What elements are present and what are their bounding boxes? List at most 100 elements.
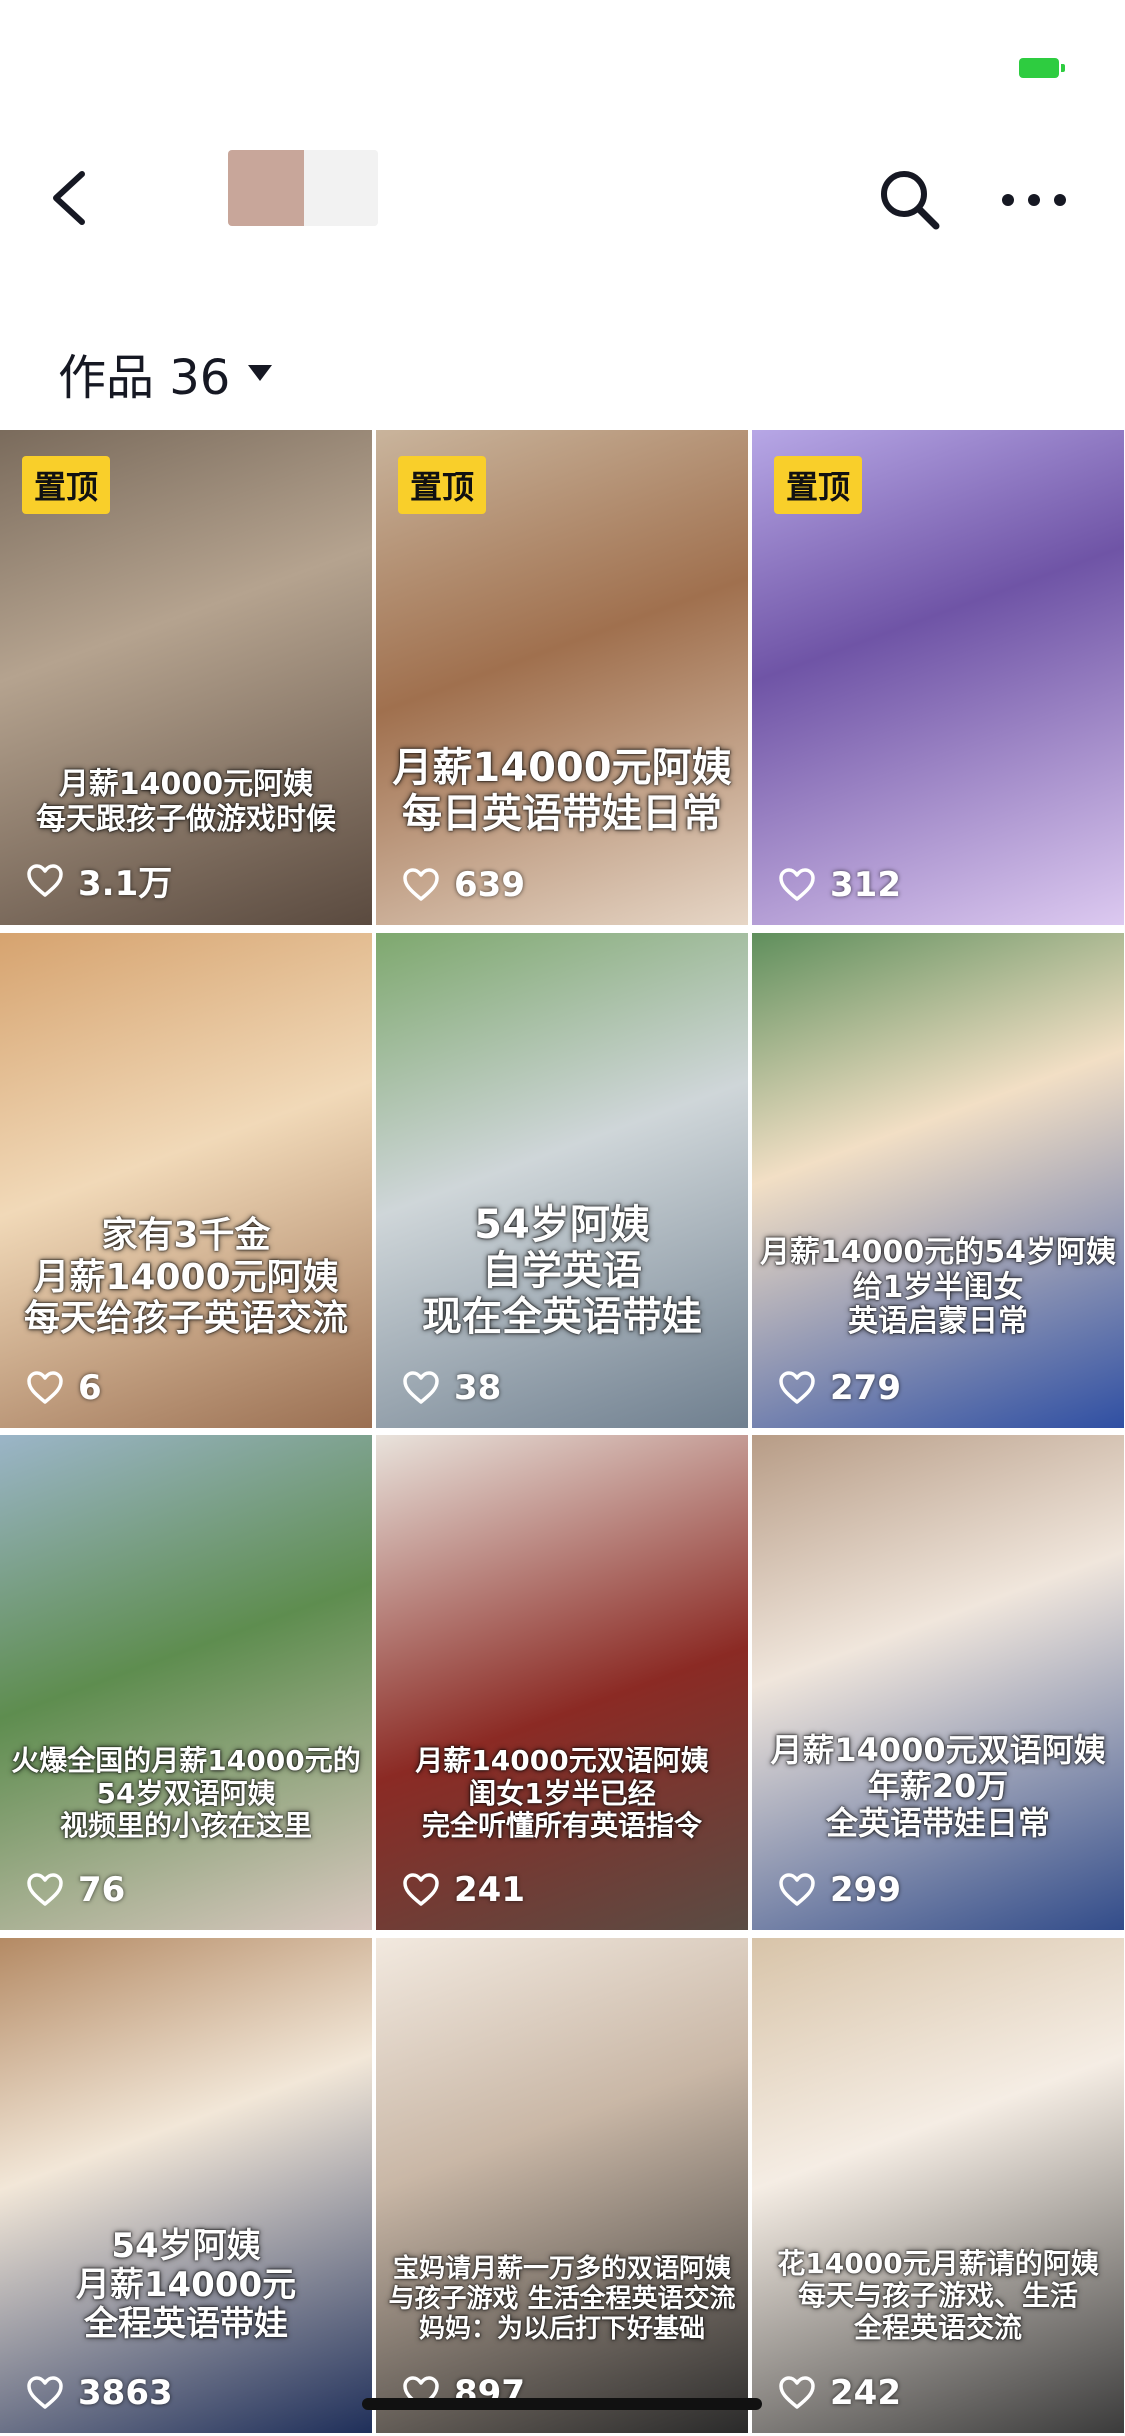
video-tile[interactable]: 花14000元月薪请的阿姨 每天与孩子游戏、生活 全程英语交流 242 [752,1937,1124,2433]
search-icon [881,171,940,230]
caption-line: 每日英语带娃日常 [402,791,722,837]
video-tile[interactable]: 置顶月薪14000元阿姨 每天跟孩子做游戏时候 3.1万 [0,430,372,925]
caret-down-icon [248,365,273,381]
heart-icon [402,1370,440,1405]
like-count: 312 [778,865,901,905]
like-count: 241 [402,1870,525,1910]
caption-line: 火爆全国的月薪14000元的 [11,1744,361,1778]
caption-line: 妈妈：为以后打下好基础 [418,2313,705,2344]
like-count-value: 639 [454,865,525,905]
like-count-value: 241 [454,1870,525,1910]
like-count: 76 [26,1870,125,1910]
caption-line: 自学英语 [482,1247,642,1294]
like-count-value: 3863 [78,2372,173,2413]
home-indicator [362,2398,762,2410]
caption-line: 闺女1岁半已经 [468,1776,656,1810]
video-tile[interactable]: 月薪14000元的54岁阿姨 给1岁半闺女 英语启蒙日常 279 [752,932,1124,1428]
video-caption: 月薪14000元阿姨 每天跟孩子做游戏时候 [0,767,372,837]
status-bar [0,0,1125,120]
video-tile[interactable]: 置顶 312 [752,430,1124,925]
caption-line: 全程英语交流 [853,2311,1022,2345]
caption-line: 月薪14000元双语阿姨 [770,1730,1106,1769]
like-count-value: 279 [830,1367,901,1408]
heart-icon [26,1370,64,1405]
caption-line: 54岁阿姨 [111,2226,261,2267]
heart-icon [26,863,64,898]
video-tile[interactable]: 月薪14000元双语阿姨 年薪20万 全英语带娃日常 299 [752,1435,1124,1930]
more-button[interactable] [990,160,1080,240]
video-caption: 家有3千金 月薪14000元阿姨 每天给孩子英语交流 [0,1215,372,1339]
like-count: 38 [402,1368,501,1408]
caption-line: 家有3千金 [101,1215,271,1257]
video-caption: 54岁阿姨 自学英语 现在全英语带娃 [376,1202,748,1340]
video-caption: 火爆全国的月薪14000元的 54岁双语阿姨 视频里的小孩在这里 [0,1745,372,1842]
caption-line: 每天与孩子游戏、生活 [797,2279,1078,2313]
caption-line: 年薪20万 [867,1767,1009,1806]
caption-line: 视频里的小孩在这里 [59,1808,312,1842]
video-caption: 月薪14000元的54岁阿姨 给1岁半闺女 英语启蒙日常 [752,1235,1124,1340]
filter-bar: 作品 36 [0,300,1125,430]
works-filter[interactable]: 作品 36 [58,338,273,408]
video-tile[interactable]: 火爆全国的月薪14000元的 54岁双语阿姨 视频里的小孩在这里 76 [0,1435,372,1930]
video-caption: 月薪14000元双语阿姨 闺女1岁半已经 完全听懂所有英语指令 [376,1745,748,1842]
video-tile[interactable]: 54岁阿姨 自学英语 现在全英语带娃 38 [376,932,748,1428]
chevron-left-icon [53,171,85,225]
back-button[interactable] [40,160,100,236]
video-tile[interactable]: 宝妈请月薪一万多的双语阿姨 与孩子游戏 生活全程英语交流 妈妈：为以后打下好基础 89… [376,1937,748,2433]
works-count-label: 作品 36 [58,350,231,406]
caption-line: 月薪14000元的54岁阿姨 [759,1235,1117,1270]
caption-line: 月薪14000元双语阿姨 [415,1744,709,1778]
heart-icon [26,1873,64,1907]
video-tile[interactable]: 月薪14000元双语阿姨 闺女1岁半已经 完全听懂所有英语指令 241 [376,1435,748,1930]
caption-line: 月薪14000元阿姨 [58,767,314,802]
caption-line: 与孩子游戏 生活全程英语交流 [388,2283,736,2314]
avatar[interactable] [228,150,378,226]
caption-line: 月薪14000元阿姨 [33,1256,339,1298]
like-count: 299 [778,1870,901,1910]
caption-line: 给1岁半闺女 [852,1269,1024,1305]
pinned-badge: 置顶 [398,456,487,514]
nav-bar [0,120,1125,280]
caption-line: 月薪14000元 [75,2265,297,2306]
caption-line: 全英语带娃日常 [825,1804,1050,1843]
heart-icon [778,1370,816,1405]
caption-line: 现在全英语带娃 [422,1293,702,1340]
like-count-value: 76 [78,1870,126,1910]
caption-line: 完全听懂所有英语指令 [421,1808,702,1842]
pinned-badge: 置顶 [22,456,111,514]
search-button[interactable] [870,160,950,240]
like-count-value: 6 [78,1367,102,1408]
caption-line: 花14000元月薪请的阿姨 [777,2246,1099,2280]
caption-line: 宝妈请月薪一万多的双语阿姨 [392,2253,731,2284]
like-count: 279 [778,1368,901,1408]
pinned-badge: 置顶 [774,456,863,514]
video-grid: 置顶 月薪14000元阿姨 每天跟孩子做游戏时候 3.1万 置顶 月薪14000元阿姨 每日… [0,430,1125,2436]
caption-line: 每天给孩子英语交流 [23,1298,348,1340]
caption-line: 月薪14000元阿姨 [392,745,732,791]
more-dots-icon [1002,194,1066,206]
caption-line: 每天跟孩子做游戏时候 [36,801,336,837]
video-caption: 花14000元月薪请的阿姨 每天与孩子游戏、生活 全程英语交流 [752,2246,1124,2345]
caption-line: 全程英语带娃 [84,2304,288,2345]
video-tile[interactable]: 54岁阿姨 月薪14000元 全程英语带娃 3863 [0,1937,372,2433]
video-caption: 月薪14000元阿姨 每日英语带娃日常 [376,745,748,837]
like-count-value: 299 [830,1870,901,1910]
video-caption: 54岁阿姨 月薪14000元 全程英语带娃 [0,2227,372,2344]
like-count-value: 3.1万 [78,864,173,904]
like-count: 242 [778,2373,901,2413]
caption-line: 英语启蒙日常 [848,1304,1028,1339]
heart-icon [778,2375,816,2410]
caption-line: 54岁阿姨 [474,1201,650,1248]
heart-icon [778,868,816,902]
caption-line: 54岁双语阿姨 [96,1776,276,1810]
video-tile[interactable]: 家有3千金 月薪14000元阿姨 每天给孩子英语交流 6 [0,932,372,1428]
like-count: 3863 [26,2373,173,2413]
heart-icon [778,1873,816,1907]
heart-icon [402,1873,440,1907]
like-count: 3.1万 [26,856,172,905]
like-count: 639 [402,865,525,905]
video-tile[interactable]: 置顶月薪14000元阿姨 每日英语带娃日常 639 [376,430,748,925]
like-count-value: 38 [454,1367,502,1408]
like-count: 6 [26,1368,102,1408]
video-caption: 月薪14000元双语阿姨 年薪20万 全英语带娃日常 [752,1730,1124,1843]
